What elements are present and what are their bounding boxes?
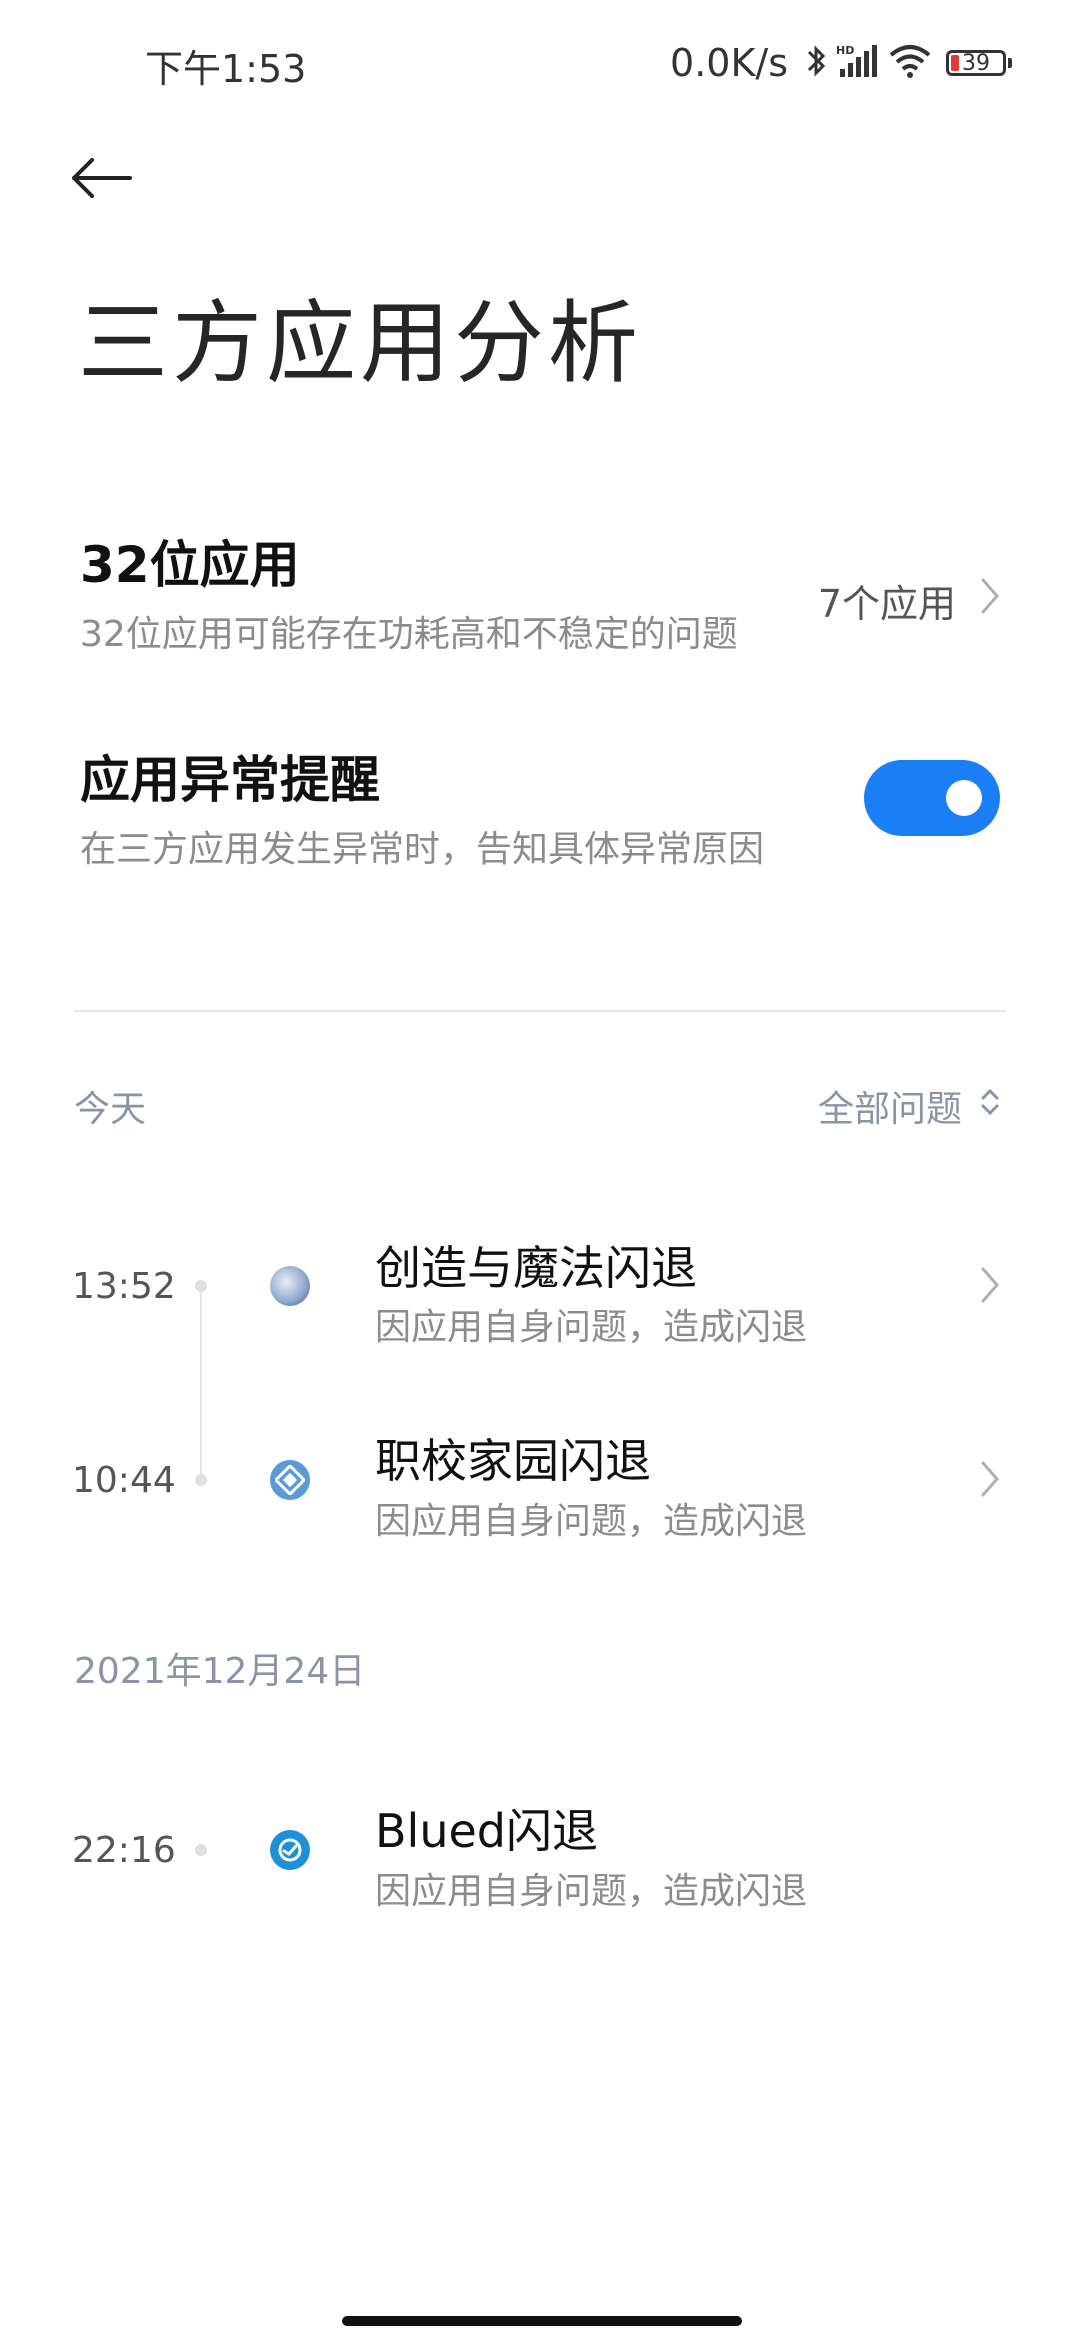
alert-title: 应用异常提醒	[80, 751, 380, 809]
timeline-line	[200, 1290, 202, 1480]
chevron-up-down-icon	[980, 1086, 1000, 1127]
battery-nub	[1008, 58, 1012, 68]
status-bar: 下午1:53 0.0K/s HD 39	[0, 0, 1080, 130]
page-title: 三方应用分析	[78, 291, 642, 396]
bit32-value: 7个应用	[818, 573, 1000, 628]
filter-label: 全部问题	[817, 1089, 962, 1130]
battery-level: 39	[962, 50, 990, 76]
wifi-icon	[888, 43, 932, 83]
crash-title: 职校家园闪退	[375, 1434, 651, 1488]
timeline-dot	[195, 1280, 207, 1292]
hd-signal-icon: HD	[836, 43, 880, 83]
chevron-right-icon	[980, 1266, 1000, 1308]
chevron-right-icon	[980, 577, 1000, 624]
toggle-knob	[946, 780, 982, 816]
home-indicator[interactable]	[342, 2316, 742, 2326]
crash-description: 因应用自身问题，造成闪退	[375, 1871, 808, 1912]
bluetooth-icon	[806, 43, 828, 83]
back-button[interactable]	[70, 150, 150, 210]
crash-description: 因应用自身问题，造成闪退	[375, 1501, 808, 1542]
crash-title: 创造与魔法闪退	[375, 1241, 697, 1295]
battery-icon: 39	[946, 50, 1006, 76]
section-date-2021-12-24: 2021年12月24日	[74, 1651, 366, 1692]
crash-time: 10:44	[72, 1460, 176, 1501]
timeline-dot	[195, 1844, 207, 1856]
crash-description: 因应用自身问题，造成闪退	[375, 1307, 808, 1348]
timeline-dot	[195, 1474, 207, 1486]
crash-time: 22:16	[72, 1830, 176, 1871]
net-speed: 0.0K/s	[670, 41, 788, 85]
app-icon-zhixiao	[270, 1460, 310, 1500]
crash-time: 13:52	[72, 1266, 176, 1307]
chevron-right-icon	[980, 1460, 1000, 1502]
divider	[74, 1010, 1006, 1012]
bit32-count: 7个应用	[817, 582, 956, 626]
svg-text:HD: HD	[836, 44, 854, 57]
section-date-today: 今天	[74, 1089, 147, 1130]
alert-toggle[interactable]	[864, 760, 1000, 836]
crash-title: Blued闪退	[375, 1804, 598, 1858]
alert-description: 在三方应用发生异常时，告知具体异常原因	[80, 829, 765, 870]
problem-filter-dropdown[interactable]: 全部问题	[818, 1080, 1000, 1132]
app-icon-chuangzao	[270, 1266, 310, 1306]
status-indicators: 0.0K/s HD 39	[670, 38, 1012, 88]
battery-level-bar	[951, 55, 959, 71]
arrow-left-icon	[70, 158, 132, 202]
status-time: 下午1:53	[145, 47, 307, 91]
app-icon-blued	[270, 1830, 310, 1870]
bit32-apps-row[interactable]: 32位应用 32位应用可能存在功耗高和不稳定的问题 7个应用	[80, 525, 1000, 657]
alert-setting-row: 应用异常提醒 在三方应用发生异常时，告知具体异常原因	[80, 740, 780, 872]
